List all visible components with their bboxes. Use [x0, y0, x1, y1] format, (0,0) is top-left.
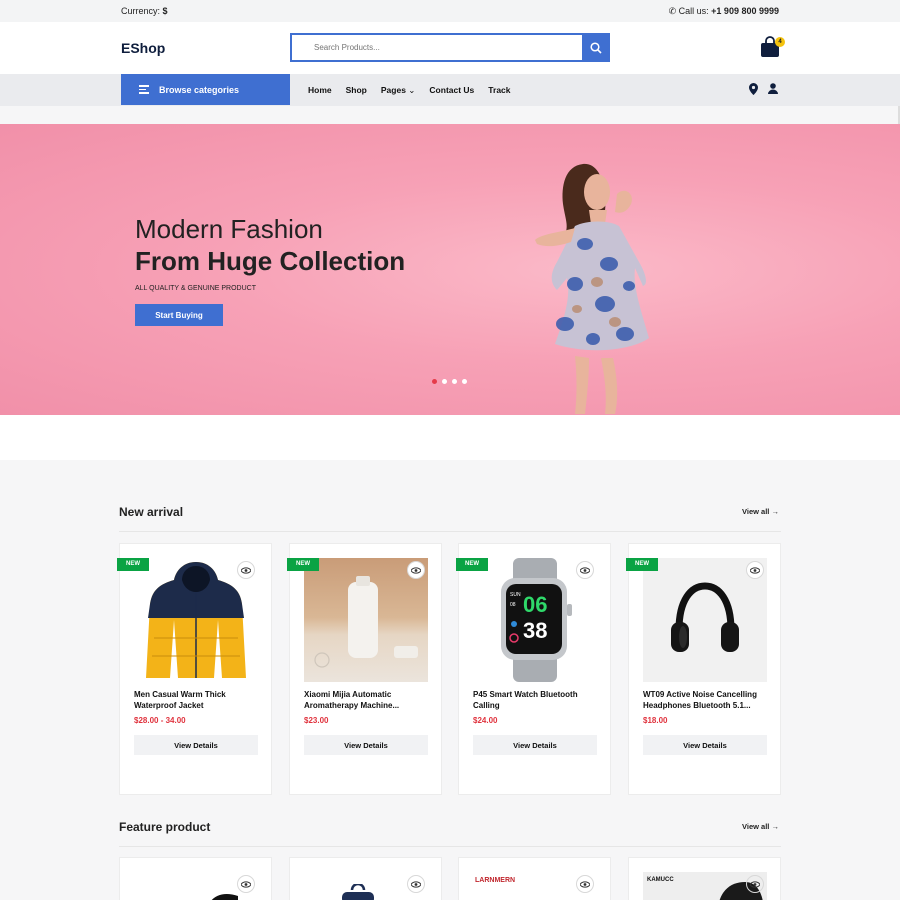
cart-count-badge: 4	[775, 37, 785, 47]
nav-icons	[749, 83, 778, 95]
view-all-feature-product[interactable]: View all →	[742, 822, 779, 831]
search-icon	[590, 41, 602, 54]
brand-logo-text: KAMUCC	[647, 877, 674, 883]
view-details-button[interactable]: View Details	[134, 735, 258, 755]
content-spacer	[0, 415, 900, 460]
browse-categories-label: Browse categories	[159, 84, 240, 95]
brand-logo-text: LARNMERN	[475, 877, 516, 884]
product-name[interactable]: P45 Smart Watch Bluetooth Calling	[473, 690, 599, 711]
start-buying-button[interactable]: Start Buying	[135, 304, 223, 326]
quick-view-eye-icon[interactable]	[237, 561, 255, 579]
header: EShop 4	[0, 22, 900, 74]
product-price: $23.00	[304, 716, 329, 725]
section-title-new-arrival: New arrival	[119, 505, 184, 519]
search-input[interactable]	[292, 35, 582, 60]
feature-product-card[interactable]: KAMUCC	[628, 857, 781, 900]
new-badge: NEW	[287, 558, 319, 571]
product-price: $24.00	[473, 716, 498, 725]
nav-pages[interactable]: Pages ⌄	[381, 85, 416, 96]
hero-banner: Modern Fashion From Huge Collection ALL …	[0, 124, 900, 415]
new-badge: NEW	[626, 558, 658, 571]
slider-dots	[432, 379, 467, 384]
menu-icon	[139, 83, 149, 96]
product-price: $28.00 - 34.00	[134, 716, 186, 725]
slider-dot[interactable]	[452, 379, 457, 384]
view-details-button[interactable]: View Details	[473, 735, 597, 755]
hero-subtitle: ALL QUALITY & GENUINE PRODUCT	[135, 285, 256, 292]
nav-pages-label: Pages	[380, 85, 406, 95]
nav-home[interactable]: Home	[308, 85, 332, 96]
user-icon[interactable]	[768, 83, 778, 94]
product-card[interactable]: NEW WT09 Active Noise Cancelling Headpho…	[626, 543, 781, 795]
quick-view-eye-icon[interactable]	[407, 561, 425, 579]
product-price: $18.00	[643, 716, 668, 725]
quick-view-eye-icon[interactable]	[746, 875, 764, 893]
divider	[119, 846, 781, 847]
divider	[119, 531, 781, 532]
currency-label: Currency:	[121, 6, 161, 16]
call-label: Call us:	[678, 6, 709, 16]
backpack-image	[342, 884, 374, 900]
logo[interactable]: EShop	[121, 40, 165, 56]
top-bar: Currency: $ ✆ Call us: +1 909 800 9999	[0, 0, 900, 22]
view-details-button[interactable]: View Details	[643, 735, 767, 755]
new-badge: NEW	[456, 558, 488, 571]
new-badge: NEW	[117, 558, 149, 571]
view-all-new-arrival[interactable]: View all →	[742, 507, 779, 516]
product-name[interactable]: Xiaomi Mijia Automatic Aromatherapy Mach…	[304, 690, 430, 711]
section-title-feature-product: Feature product	[119, 820, 211, 834]
call-us: ✆ Call us: +1 909 800 9999	[669, 6, 779, 17]
currency-selector[interactable]: Currency: $	[121, 6, 168, 16]
hero-model-image	[535, 163, 649, 414]
nav-shop[interactable]: Shop	[346, 85, 367, 96]
cart-button[interactable]: 4	[760, 36, 785, 60]
location-pin-icon[interactable]	[749, 83, 758, 95]
quick-view-eye-icon[interactable]	[576, 561, 594, 579]
search-button[interactable]	[582, 33, 610, 62]
currency-value: $	[162, 6, 168, 16]
phone-number: +1 909 800 9999	[711, 6, 779, 16]
feature-product-card[interactable]	[119, 857, 272, 900]
quick-view-eye-icon[interactable]	[407, 875, 425, 893]
product-card[interactable]: NEW Xiaomi Mijia Automatic Aromatherapy …	[287, 543, 442, 795]
product-card[interactable]: NEW Men Casual Warm Thick Waterproof Jac…	[117, 543, 272, 795]
watch-hours: 06	[523, 592, 547, 617]
quick-view-eye-icon[interactable]	[237, 875, 255, 893]
nav-links: Home Shop Pages ⌄ Contact Us Track	[308, 85, 525, 96]
product-name[interactable]: WT09 Active Noise Cancelling Headphones …	[643, 690, 769, 711]
main-nav: Browse categories Home Shop Pages ⌄ Cont…	[0, 74, 900, 106]
feature-product-card[interactable]	[289, 857, 442, 900]
quick-view-eye-icon[interactable]	[746, 561, 764, 579]
watch-minutes: 38	[523, 618, 547, 643]
browse-categories-button[interactable]: Browse categories	[121, 74, 290, 105]
nav-contact[interactable]: Contact Us	[429, 85, 474, 96]
quick-view-eye-icon[interactable]	[576, 875, 594, 893]
slider-dot[interactable]	[432, 379, 437, 384]
chevron-down-icon: ⌄	[408, 85, 416, 95]
search-bar	[290, 33, 610, 62]
product-image	[211, 894, 238, 900]
hero-title-line2: From Huge Collection	[135, 246, 406, 276]
view-details-button[interactable]: View Details	[304, 735, 428, 755]
nav-track[interactable]: Track	[488, 85, 510, 96]
phone-icon: ✆	[668, 6, 677, 16]
product-name[interactable]: Men Casual Warm Thick Waterproof Jacket	[134, 690, 260, 711]
svg-text:08: 08	[510, 602, 516, 608]
slider-dot[interactable]	[442, 379, 447, 384]
product-card[interactable]: SUN 08 06 38 NEW P45 Smart Watch Bluetoo…	[456, 543, 611, 795]
slider-dot[interactable]	[462, 379, 467, 384]
feature-product-card[interactable]: LARNMERN	[458, 857, 611, 900]
svg-text:SUN: SUN	[510, 592, 521, 598]
